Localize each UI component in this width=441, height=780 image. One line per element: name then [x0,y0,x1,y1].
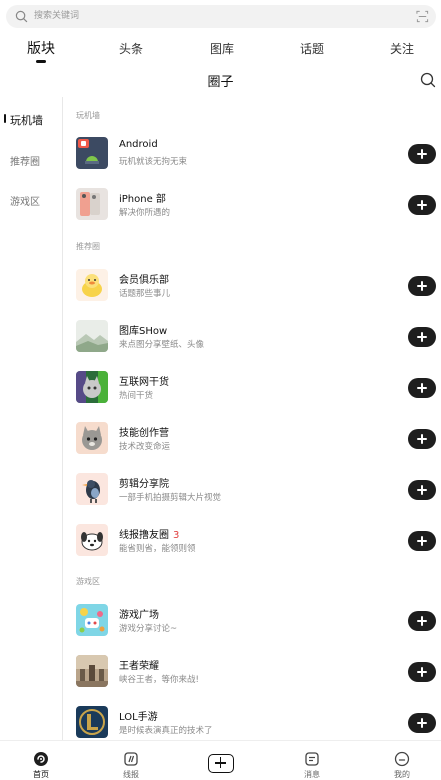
list-item[interactable]: 线报撸友圈 3 能省则省，能领则领 [76,524,436,562]
tab-huati[interactable]: 话题 [300,40,324,57]
android-thumbnail [76,137,108,169]
list-item[interactable]: 技能创作营 技术改变命运 [76,422,436,460]
circle-name: iPhone 部 [119,194,166,205]
landscape-thumbnail [76,320,108,352]
section-title-wanjiqiang: 玩机墙 [76,111,100,120]
circle-name-text: 线报撸友圈 [119,530,169,541]
join-button[interactable] [408,531,436,551]
circle-description: 技术改变命运 [119,442,171,452]
section-title-tuijianquan: 推荐圈 [76,242,100,251]
cat-thumbnail [76,422,108,454]
join-button[interactable] [408,195,436,215]
tab-tuku[interactable]: 图库 [210,40,234,57]
circle-name: LOL手游 [119,712,158,723]
tab-toutiao[interactable]: 头条 [119,40,143,57]
join-button[interactable] [408,713,436,733]
list-item[interactable]: 互联网干货 热间干货 [76,371,436,409]
circle-name: 游戏广场 [119,610,159,621]
category-sidebar: 玩机墙 推荐圈 游戏区 [0,97,63,740]
game-thumbnail [76,604,108,636]
top-tabs: 版块 头条 图库 话题 关注 [0,36,441,64]
tab-active-indicator [36,60,46,63]
list-item[interactable]: LOL手游 是时候表演真正的技术了 [76,706,436,744]
tab-bankuai[interactable]: 版块 [27,38,55,58]
sidebar-item-youxiqu[interactable]: 游戏区 [10,193,40,208]
bottom-nav-label: 我的 [394,770,410,779]
join-button[interactable] [408,480,436,500]
circle-description: 能省则省，能领则领 [119,544,196,554]
duck-thumbnail [76,269,108,301]
bottom-nav-messages[interactable]: 消息 [292,745,332,780]
search-input[interactable]: 搜索关键词 [34,10,79,23]
bottom-nav-home[interactable]: 首页 [21,745,61,780]
join-button[interactable] [408,378,436,398]
deals-icon [124,752,138,766]
bottom-nav-deals[interactable]: 线报 [111,745,151,780]
circle-name: 图库SHow [119,326,168,337]
list-item[interactable]: 会员俱乐部 话题那些事儿 [76,269,436,307]
join-button[interactable] [408,144,436,164]
header-search-icon[interactable] [420,72,436,88]
home-icon [34,752,48,766]
circle-description: 解决你所遇的 [119,208,171,218]
honor-of-kings-thumbnail [76,655,108,687]
list-item[interactable]: 游戏广场 游戏分享讨论~ [76,604,436,642]
join-button[interactable] [408,327,436,347]
circle-description: 话题那些事儿 [119,289,171,299]
circle-name: 剪辑分享院 [119,479,169,490]
dog-thumbnail [76,524,108,556]
bottom-nav-profile[interactable]: 我的 [382,745,422,780]
bottom-nav-label: 消息 [304,770,320,779]
bottom-nav-label: 线报 [123,770,139,779]
list-item[interactable]: 剪辑分享院 一部手机拍摄剪辑大片视觉 [76,473,436,511]
page-title: 圈子 [207,75,234,90]
plus-icon[interactable] [208,754,234,773]
circle-description: 热间干货 [119,391,154,401]
sidebar-item-wanjiqiang[interactable]: 玩机墙 [10,112,43,128]
scan-icon[interactable] [416,10,429,23]
circle-description: 玩机就该无拘无束 [119,157,188,167]
circle-description: 是时候表演真正的技术了 [119,726,213,736]
iphone-thumbnail [76,188,108,220]
circle-name: 互联网干货 [119,377,169,388]
circle-name: 线报撸友圈 3 [119,526,179,541]
circle-description: 来点图分享壁纸、头像 [119,340,205,350]
tab-guanzhu[interactable]: 关注 [390,40,414,57]
join-button[interactable] [408,662,436,682]
bird-thumbnail [76,473,108,505]
list-item[interactable]: 王者荣耀 峡谷王者，等你来战! [76,655,436,693]
list-item[interactable]: 图库SHow 来点图分享壁纸、头像 [76,320,436,358]
circle-name: 会员俱乐部 [119,275,169,286]
circle-name: 王者荣耀 [119,661,159,672]
profile-icon [394,751,410,767]
bottom-nav-label: 首页 [33,770,49,779]
cat-thumbnail [76,371,108,403]
circle-description: 一部手机拍摄剪辑大片视觉 [119,493,222,503]
search-icon [15,10,28,23]
join-button[interactable] [408,429,436,449]
lol-thumbnail [76,706,108,738]
circle-name: Android [119,139,158,150]
circle-description: 游戏分享讨论~ [119,624,178,634]
circle-name: 技能创作营 [119,428,169,439]
sidebar-active-indicator [4,114,6,123]
join-button[interactable] [408,276,436,296]
search-bar[interactable]: 搜索关键词 [6,5,436,28]
circle-description: 峡谷王者，等你来战! [119,675,199,685]
bottom-navigation: 首页 线报 消息 我的 [0,740,441,780]
message-icon [305,752,319,766]
list-item[interactable]: Android 玩机就该无拘无束 [76,137,436,175]
section-title-youxiqu: 游戏区 [76,577,100,586]
join-button[interactable] [408,611,436,631]
unread-badge: 3 [173,530,180,541]
sidebar-item-tuijianquan[interactable]: 推荐圈 [10,153,40,168]
list-item[interactable]: iPhone 部 解决你所遇的 [76,188,436,226]
